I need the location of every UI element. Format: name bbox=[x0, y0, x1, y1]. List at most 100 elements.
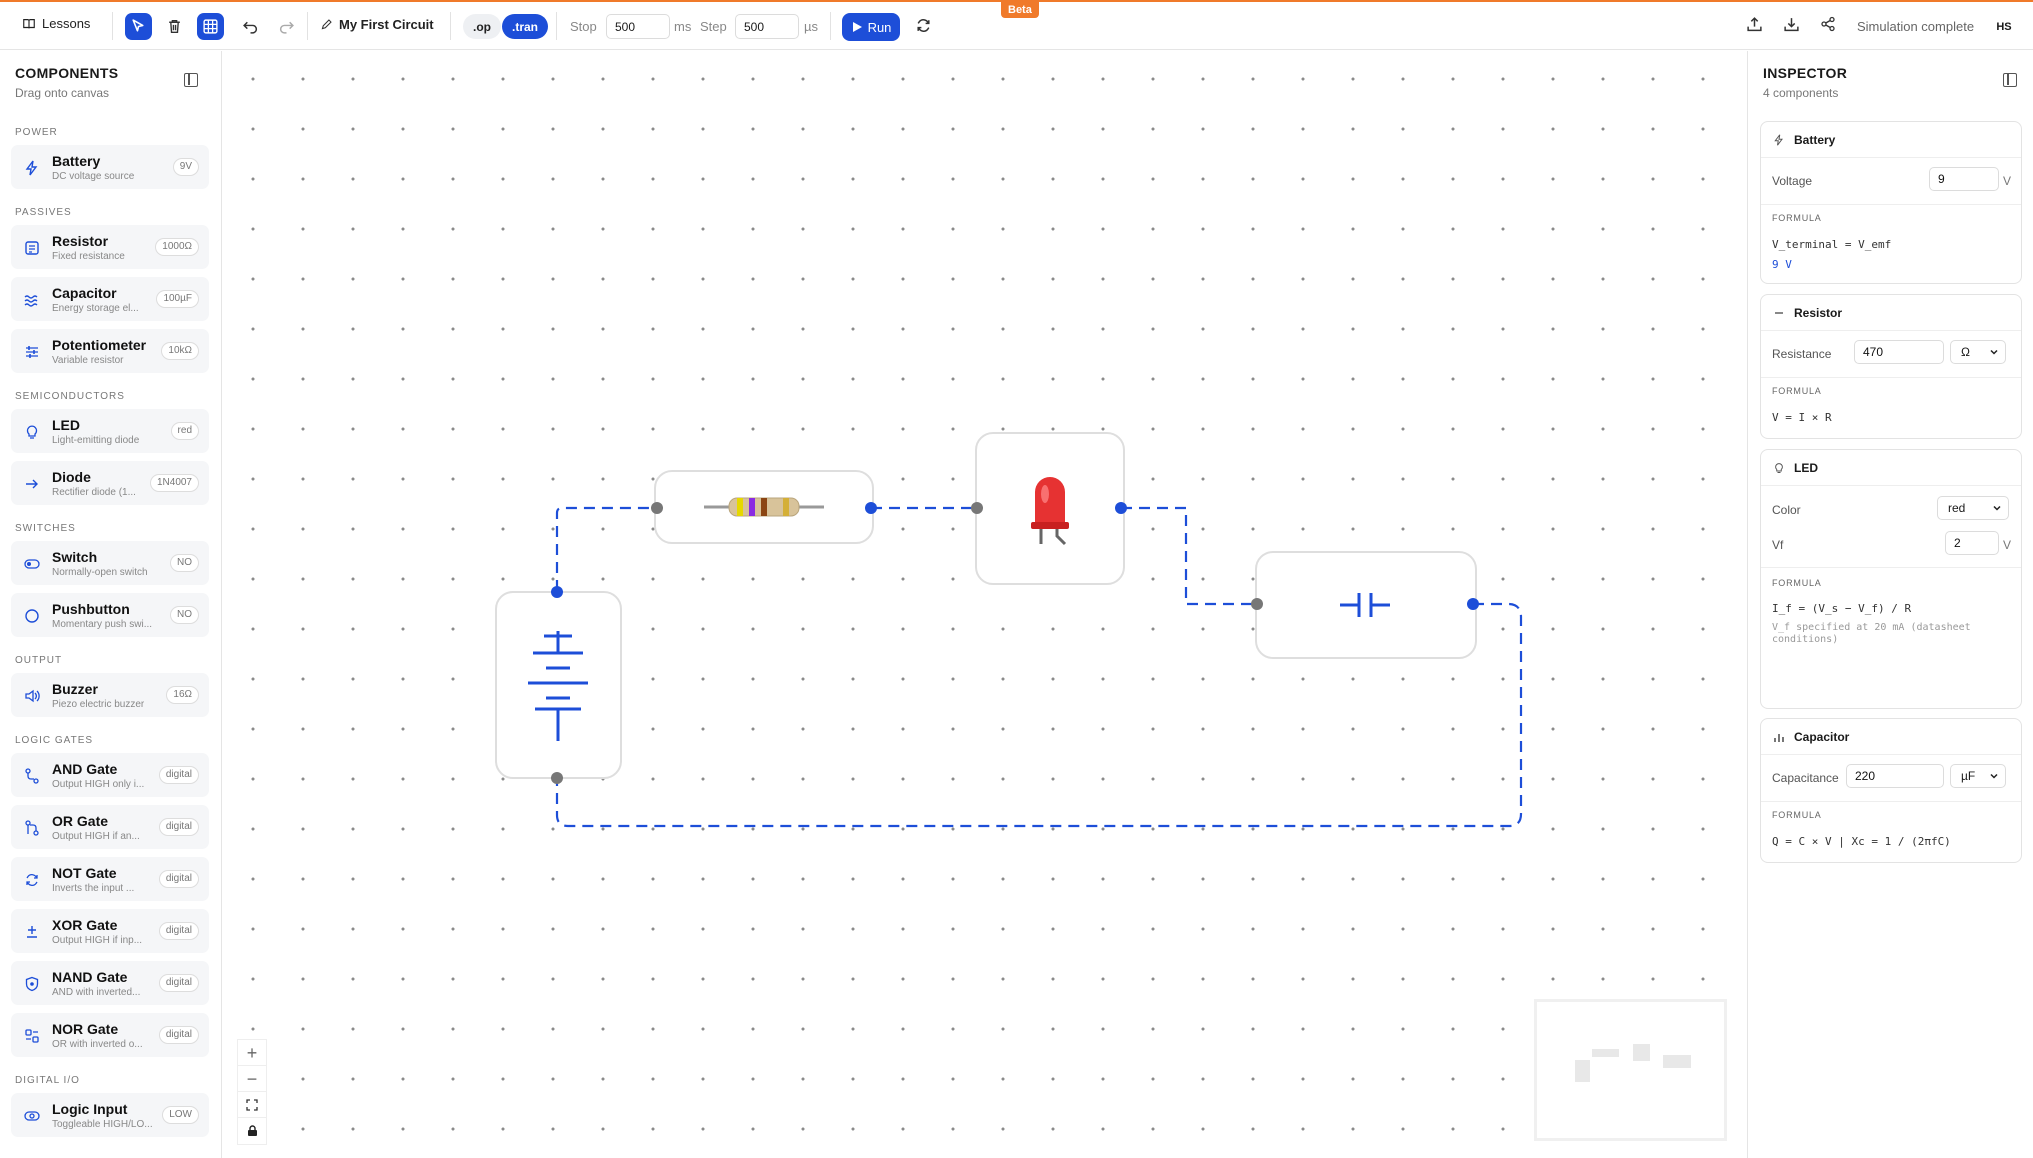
component-description: Momentary push swi... bbox=[52, 619, 153, 630]
divider bbox=[112, 12, 113, 40]
minimap-battery bbox=[1575, 1060, 1590, 1082]
lessons-button[interactable]: Lessons bbox=[22, 16, 90, 31]
bulb-icon bbox=[26, 425, 38, 439]
bulb-icon bbox=[1775, 462, 1783, 473]
component-item-not-gate[interactable]: NOT Gate Inverts the input ... digital bbox=[11, 857, 209, 901]
mode-tran-button[interactable]: .tran bbox=[502, 14, 549, 39]
resistance-input[interactable]: 470 bbox=[1854, 340, 1944, 364]
wire-led-capacitor[interactable] bbox=[1121, 506, 1257, 606]
resistance-unit-value: Ω bbox=[1961, 345, 1970, 359]
select-tool-button[interactable] bbox=[125, 13, 152, 40]
collapse-inspector-icon[interactable] bbox=[2003, 73, 2017, 87]
wire-battery-resistor[interactable] bbox=[555, 506, 656, 591]
component-item-nand-gate[interactable]: NAND Gate AND with inverted... digital bbox=[11, 961, 209, 1005]
divider bbox=[556, 12, 557, 40]
section-heading: OUTPUT bbox=[15, 655, 63, 666]
battery-inspector-card: Battery Voltage 9 V FORMULA V_terminal =… bbox=[1760, 121, 2022, 284]
circuit-canvas[interactable]: + − bbox=[223, 51, 1746, 1158]
component-name: Logic Input bbox=[52, 1101, 128, 1117]
circuit-name-label: My First Circuit bbox=[339, 17, 434, 32]
fit-view-button[interactable] bbox=[237, 1091, 267, 1119]
capacitor-node[interactable] bbox=[1255, 551, 1477, 659]
component-item-logic-input[interactable]: Logic Input Toggleable HIGH/LO... LOW bbox=[11, 1093, 209, 1137]
pencil-icon bbox=[321, 19, 332, 30]
grid-toggle-button[interactable] bbox=[197, 13, 224, 40]
component-description: Inverts the input ... bbox=[52, 883, 135, 894]
reset-simulation-button[interactable] bbox=[915, 17, 932, 39]
avatar[interactable]: HS bbox=[1991, 15, 2017, 39]
component-item-led[interactable]: LED Light-emitting diode red bbox=[11, 409, 209, 453]
component-name: NAND Gate bbox=[52, 969, 128, 985]
component-item-potentiometer[interactable]: Potentiometer Variable resistor 10kΩ bbox=[11, 329, 209, 373]
divider bbox=[1761, 204, 2021, 205]
minimap-resistor bbox=[1592, 1049, 1619, 1057]
section-heading: SEMICONDUCTORS bbox=[15, 391, 125, 402]
component-badge: red bbox=[170, 422, 199, 440]
component-badge: digital bbox=[158, 922, 199, 940]
vf-input[interactable]: 2 bbox=[1945, 531, 1999, 555]
component-item-battery[interactable]: Battery DC voltage source 9V bbox=[11, 145, 209, 189]
upload-button[interactable] bbox=[1746, 16, 1763, 38]
voltage-input[interactable]: 9 bbox=[1929, 167, 1999, 191]
component-item-resistor[interactable]: Resistor Fixed resistance 1000Ω bbox=[11, 225, 209, 269]
lock-canvas-button[interactable] bbox=[237, 1117, 267, 1145]
component-item-nor-gate[interactable]: NOR Gate OR with inverted o... digital bbox=[11, 1013, 209, 1057]
minus-icon: − bbox=[246, 1068, 258, 1089]
led-node[interactable] bbox=[975, 432, 1125, 585]
component-item-or-gate[interactable]: OR Gate Output HIGH if an... digital bbox=[11, 805, 209, 849]
component-item-diode[interactable]: Diode Rectifier diode (1... 1N4007 bbox=[11, 461, 209, 505]
zoom-in-button[interactable]: + bbox=[237, 1039, 267, 1067]
component-item-xor-gate[interactable]: XOR Gate Output HIGH if inp... digital bbox=[11, 909, 209, 953]
resistor-node[interactable] bbox=[654, 470, 874, 544]
capacitance-unit-select[interactable]: µF bbox=[1950, 764, 2006, 788]
capacitor-icon bbox=[1340, 593, 1390, 617]
redo-button[interactable] bbox=[273, 13, 300, 40]
lock-icon bbox=[247, 1125, 257, 1136]
divider bbox=[450, 12, 451, 40]
collapse-panel-icon[interactable] bbox=[184, 73, 198, 87]
capacitor-card-header: Capacitor bbox=[1761, 719, 2021, 755]
zoom-out-button[interactable]: − bbox=[237, 1065, 267, 1093]
battery-node[interactable] bbox=[495, 591, 622, 779]
section-heading: DIGITAL I/O bbox=[15, 1075, 80, 1086]
minimap-capacitor bbox=[1663, 1055, 1691, 1068]
capacitance-input[interactable]: 220 bbox=[1846, 764, 1944, 788]
stop-input[interactable]: 500 bbox=[606, 14, 670, 39]
mode-op-button[interactable]: .op bbox=[463, 14, 501, 39]
download-button[interactable] bbox=[1783, 16, 1800, 38]
component-description: Output HIGH if inp... bbox=[52, 935, 143, 946]
share-button[interactable] bbox=[1820, 16, 1836, 37]
component-badge: 9V bbox=[172, 158, 199, 176]
component-item-pushbutton[interactable]: Pushbutton Momentary push swi... NO bbox=[11, 593, 209, 637]
shield-icon bbox=[25, 976, 39, 992]
component-badge: 16Ω bbox=[166, 686, 199, 704]
divider bbox=[830, 12, 831, 40]
share-icon bbox=[1821, 16, 1835, 32]
resistance-unit-select[interactable]: Ω bbox=[1950, 340, 2006, 364]
minus-icon bbox=[1775, 311, 1783, 314]
bar-chart-icon bbox=[1774, 733, 1784, 742]
lessons-label: Lessons bbox=[42, 16, 91, 31]
component-name: LED bbox=[52, 417, 80, 433]
minimap[interactable] bbox=[1534, 999, 1727, 1141]
component-name: AND Gate bbox=[52, 761, 118, 777]
capacitor-formula: Q = C × V | Xc = 1 / (2πfC) bbox=[1772, 835, 1951, 848]
led-card-title: LED bbox=[1794, 460, 1818, 475]
delete-tool-button[interactable] bbox=[161, 13, 188, 40]
component-item-and-gate[interactable]: AND Gate Output HIGH only i... digital bbox=[11, 753, 209, 797]
circuit-name[interactable]: My First Circuit bbox=[320, 17, 434, 32]
undo-icon bbox=[243, 21, 258, 34]
component-item-switch[interactable]: Switch Normally-open switch NO bbox=[11, 541, 209, 585]
step-input[interactable]: 500 bbox=[735, 14, 799, 39]
component-description: Variable resistor bbox=[52, 355, 124, 366]
step-label: Step bbox=[700, 19, 727, 34]
component-item-buzzer[interactable]: Buzzer Piezo electric buzzer 16Ω bbox=[11, 673, 209, 717]
component-item-capacitor[interactable]: Capacitor Energy storage el... 100µF bbox=[11, 277, 209, 321]
component-name: Resistor bbox=[52, 233, 109, 249]
led-color-select[interactable]: red bbox=[1937, 496, 2009, 520]
run-button[interactable]: Run bbox=[842, 13, 900, 41]
route-icon bbox=[25, 768, 39, 784]
undo-button[interactable] bbox=[237, 13, 264, 40]
redo-icon bbox=[279, 21, 294, 34]
eye-toggle-icon bbox=[24, 1111, 40, 1121]
